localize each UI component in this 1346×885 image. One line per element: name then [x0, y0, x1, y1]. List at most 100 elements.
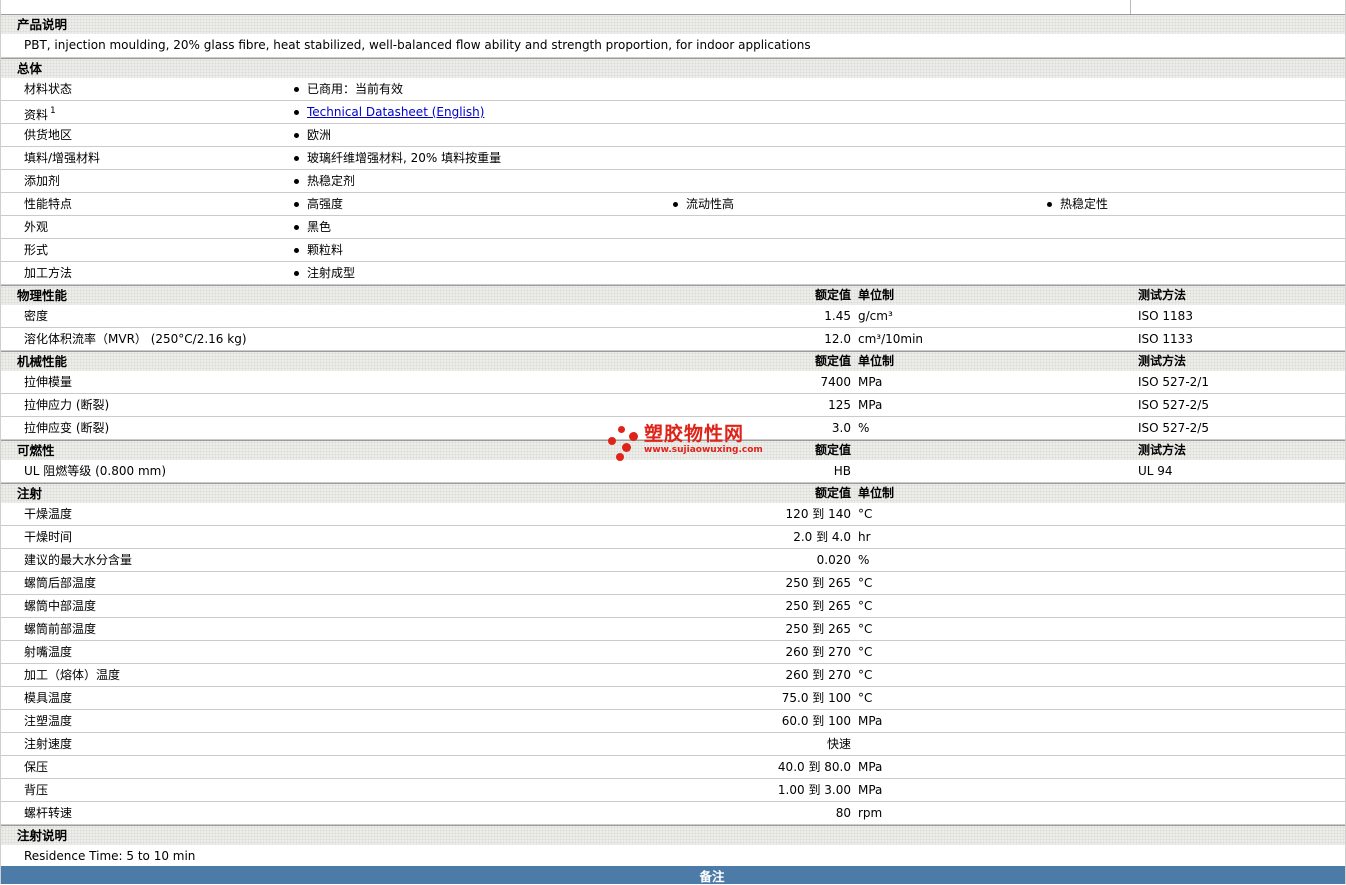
- table-row: 加工（熔体）温度 260 到 270 °C: [1, 664, 1345, 687]
- section-title: 机械性能: [17, 354, 68, 369]
- row-label: 背压: [24, 779, 48, 801]
- rated-value: HB: [833, 464, 851, 478]
- row-label-text: 干燥时间: [24, 530, 73, 544]
- rated-value: 2.0 到 4.0: [793, 530, 851, 544]
- row-label: 密度: [24, 305, 48, 327]
- unit-value: °C: [858, 645, 873, 659]
- rated-value: 75.0 到 100: [781, 691, 851, 705]
- table-row: 干燥时间 2.0 到 4.0 hr: [1, 526, 1345, 549]
- bullet-item: 已商用：当前有效: [294, 78, 403, 100]
- bullet-item: 黑色: [294, 216, 331, 238]
- logo-site-name: 塑胶物性网: [644, 423, 745, 445]
- row-label-text: 螺筒中部温度: [24, 599, 97, 613]
- column-header-test-method: 测试方法: [1138, 354, 1187, 368]
- row-label: 干燥温度: [24, 503, 72, 525]
- row-label-text: 外观: [24, 220, 49, 234]
- column-header-rated-value: 额定值: [814, 288, 851, 302]
- table-row: 背压 1.00 到 3.00 MPa: [1, 779, 1345, 802]
- row-label: 拉伸模量: [24, 371, 72, 393]
- unit-value: °C: [858, 576, 873, 590]
- logo-site-url: www.sujiaowuxing.com: [644, 445, 763, 455]
- unit-value: rpm: [858, 806, 883, 820]
- table-row: 加工方法 注射成型: [1, 262, 1345, 285]
- bullet-icon: [294, 224, 299, 230]
- row-label: 材料状态: [24, 78, 72, 100]
- table-row: 资料 1 Technical Datasheet (English): [1, 101, 1345, 124]
- unit-value: cm³/10min: [858, 332, 924, 346]
- bullet-item: 欧洲: [294, 124, 331, 146]
- unit-value: hr: [858, 530, 871, 544]
- table-row: 供货地区 欧洲: [1, 124, 1345, 147]
- table-row: PBT, injection moulding, 20% glass fibre…: [1, 34, 1345, 58]
- section-header-injection: 注射 额定值 单位制: [1, 483, 1345, 503]
- row-label-text: 密度: [24, 309, 49, 323]
- row-label: 填料/增强材料: [24, 147, 100, 169]
- row-label-text: 资料: [24, 108, 49, 122]
- row-label-text: 拉伸模量: [24, 375, 73, 389]
- test-method-value: ISO 1183: [1138, 309, 1193, 323]
- bullet-item: 注射成型: [294, 262, 355, 284]
- bullet-text: 高强度: [307, 197, 344, 211]
- row-label-text: 加工（熔体）温度: [24, 668, 121, 682]
- unit-value: MPa: [858, 760, 883, 774]
- row-label-text: 加工方法: [24, 266, 73, 280]
- logo-dots-icon: [606, 423, 640, 461]
- table-row: 溶化体积流率（MVR） (250°C/2.16 kg) 12.0 cm³/10min…: [1, 328, 1345, 351]
- row-label-text: 干燥温度: [24, 507, 73, 521]
- row-label-text: 背压: [24, 783, 49, 797]
- table-row: 螺筒后部温度 250 到 265 °C: [1, 572, 1345, 595]
- bullet-text: 颗粒料: [307, 243, 344, 257]
- table-row: 保压 40.0 到 80.0 MPa: [1, 756, 1345, 779]
- row-label-text: UL 阻燃等级 (0.800 mm): [24, 464, 167, 478]
- material-datasheet-page: 产品说明 PBT, injection moulding, 20% glass f…: [0, 0, 1346, 884]
- row-label: 拉伸应变 (断裂): [24, 417, 109, 439]
- row-label: 干燥时间: [24, 526, 72, 548]
- row-label-text: 拉伸应变 (断裂): [24, 421, 110, 435]
- section-title: 产品说明: [17, 17, 68, 32]
- row-label: 加工方法: [24, 262, 72, 284]
- test-method-value: ISO 527-2/5: [1138, 421, 1209, 435]
- unit-value: g/cm³: [858, 309, 893, 323]
- row-label: 保压: [24, 756, 48, 778]
- column-header-unit: 单位制: [858, 354, 895, 368]
- unit-value: °C: [858, 599, 873, 613]
- row-label: 建议的最大水分含量: [24, 549, 132, 571]
- bullet-item: Technical Datasheet (English): [294, 101, 484, 123]
- test-method-value: ISO 527-2/5: [1138, 398, 1209, 412]
- row-label-text: 溶化体积流率（MVR） (250°C/2.16 kg): [24, 332, 247, 346]
- remarks-label: 备注: [699, 868, 725, 884]
- table-edge-line: [1130, 0, 1131, 14]
- section-title: 总体: [17, 61, 43, 76]
- bullet-icon: [294, 155, 299, 161]
- rated-value: 250 到 265: [785, 622, 851, 636]
- bullet-icon: [673, 201, 678, 207]
- bullet-text: 黑色: [307, 220, 332, 234]
- rated-value: 7400: [820, 375, 851, 389]
- bullet-item: 颗粒料: [294, 239, 343, 261]
- column-header-unit: 单位制: [858, 288, 895, 302]
- section-title: 注射: [17, 486, 43, 501]
- technical-datasheet-link[interactable]: Technical Datasheet (English): [307, 101, 484, 123]
- column-header-rated-value: 额定值: [814, 354, 851, 368]
- row-label: 溶化体积流率（MVR） (250°C/2.16 kg): [24, 328, 247, 350]
- remarks-footer-bar: 备注: [1, 866, 1345, 884]
- rated-value: 60.0 到 100: [781, 714, 851, 728]
- section-header-injection-notes: 注射说明: [1, 825, 1345, 845]
- row-label-text: 螺筒前部温度: [24, 622, 97, 636]
- bullet-text: 热稳定剂: [307, 174, 356, 188]
- row-label-text: 性能特点: [24, 197, 73, 211]
- table-row: 注塑温度 60.0 到 100 MPa: [1, 710, 1345, 733]
- unit-value: %: [858, 553, 870, 567]
- bullet-item: 流动性高: [673, 193, 734, 215]
- rated-value: 快速: [826, 737, 851, 751]
- table-row: 材料状态 已商用：当前有效: [1, 78, 1345, 101]
- table-row: 螺筒前部温度 250 到 265 °C: [1, 618, 1345, 641]
- row-label-text: 供货地区: [24, 128, 73, 142]
- row-label: 螺筒中部温度: [24, 595, 96, 617]
- section-title: 注射说明: [17, 828, 68, 843]
- row-label-text: 形式: [24, 243, 49, 257]
- rated-value: 250 到 265: [785, 576, 851, 590]
- bullet-item: 高强度: [294, 193, 343, 215]
- row-label: 形式: [24, 239, 48, 261]
- unit-value: MPa: [858, 783, 883, 797]
